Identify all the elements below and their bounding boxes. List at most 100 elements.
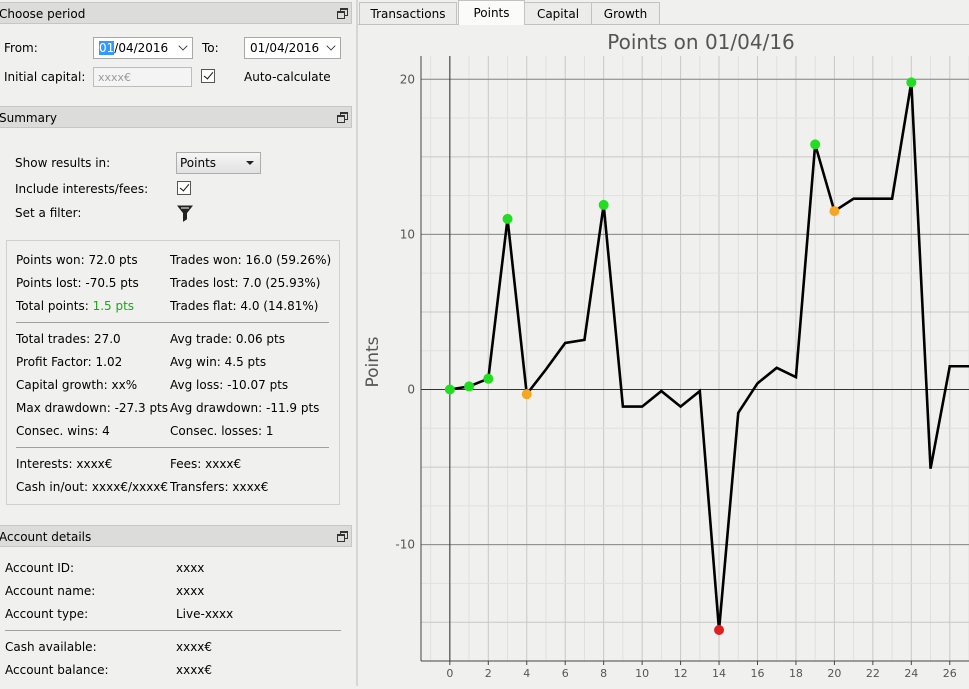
chart-y-axis-label: Points: [363, 336, 383, 387]
show-results-value: Points: [180, 156, 217, 170]
x-tick-label: 12: [674, 667, 688, 680]
y-tick-label: 20: [400, 72, 415, 86]
data-point: [714, 624, 725, 635]
x-tick-label: 8: [600, 667, 607, 680]
x-tick-label: 20: [827, 667, 841, 680]
restore-icon[interactable]: [337, 8, 348, 19]
x-tick-label: 6: [562, 667, 569, 680]
x-tick-label: 10: [635, 667, 649, 680]
filter-icon[interactable]: [177, 205, 193, 222]
stat-trades-flat: Trades flat: 4.0 (14.81%): [170, 299, 319, 313]
stat-max-drawdown: Max drawdown: -27.3 pts: [16, 401, 169, 415]
filter-label: Set a filter:: [15, 206, 82, 220]
chart-title: Points on 01/04/16: [607, 30, 795, 54]
stat-consec-wins: Consec. wins: 4: [16, 424, 110, 438]
account-balance-label: Account balance:: [5, 663, 109, 677]
y-tick-label: -10: [395, 538, 415, 552]
tab-capital[interactable]: Capital: [524, 2, 592, 24]
restore-icon[interactable]: [337, 112, 348, 123]
cash-available-value: xxxx€: [176, 640, 213, 654]
x-tick-label: 0: [446, 667, 453, 680]
tab-growth[interactable]: Growth: [591, 2, 660, 24]
choose-period-header: Choose period: [0, 2, 352, 24]
data-point: [810, 139, 821, 150]
stat-trades-lost: Trades lost: 7.0 (25.93%): [170, 276, 321, 290]
summary-title: Summary: [0, 111, 57, 125]
tab-transactions[interactable]: Transactions: [359, 2, 457, 24]
divider: [5, 630, 341, 631]
x-tick-label: 14: [712, 667, 726, 680]
account-id-label: Account ID:: [5, 561, 75, 575]
stat-trades-won: Trades won: 16.0 (59.26%): [170, 253, 332, 267]
data-point: [598, 199, 609, 210]
data-point: [829, 206, 840, 217]
stat-interests: Interests: xxxx€: [16, 457, 113, 471]
stat-profit-factor: Profit Factor: 1.02: [16, 355, 123, 369]
data-point: [464, 381, 475, 392]
stat-fees: Fees: xxxx€: [170, 457, 242, 471]
stat-avg-trade: Avg trade: 0.06 pts: [170, 332, 285, 346]
x-tick-label: 2: [485, 667, 492, 680]
auto-calculate-checkbox[interactable]: [201, 69, 215, 83]
y-tick-label: 10: [400, 227, 415, 241]
account-details-header: Account details: [0, 525, 352, 547]
x-tick-label: 16: [750, 667, 764, 680]
points-chart: Points on 01/04/16 Points 0 2 4 6 8 10 12 14 16 1…: [358, 25, 969, 686]
stat-points-won: Points won: 72.0 pts: [16, 253, 138, 267]
stat-avg-loss: Avg loss: -10.07 pts: [170, 378, 289, 392]
stat-capital-growth: Capital growth: xx%: [16, 378, 138, 392]
include-interests-checkbox[interactable]: [177, 181, 191, 195]
stat-total-trades: Total trades: 27.0: [16, 332, 121, 346]
account-details-title: Account details: [0, 530, 92, 544]
divider: [16, 322, 329, 323]
to-date-combo[interactable]: 01/04/2016: [244, 37, 341, 59]
data-point: [906, 77, 917, 88]
data-point: [502, 213, 513, 224]
account-name-value: xxxx: [176, 584, 205, 598]
account-type-value: Live-xxxx: [176, 607, 234, 621]
summary-header: Summary: [0, 106, 352, 128]
show-results-label: Show results in:: [15, 156, 111, 170]
stat-cash-in-out: Cash in/out: xxxx€/xxxx€: [16, 480, 169, 494]
right-panel: Transactions Points Capital Growth Point…: [358, 0, 969, 686]
data-point: [444, 384, 455, 395]
stat-avg-win: Avg win: 4.5 pts: [170, 355, 267, 369]
auto-calculate-label: Auto-calculate: [244, 70, 331, 84]
from-date-value: 01/04/2016: [99, 41, 169, 55]
points-chart-svg: Points on 01/04/16 Points 0 2 4 6 8 10 12 14 16 1…: [363, 30, 969, 680]
account-name-label: Account name:: [5, 584, 96, 598]
account-balance-value: xxxx€: [176, 663, 213, 677]
stat-consec-losses: Consec. losses: 1: [170, 424, 274, 438]
stat-points-lost: Points lost: -70.5 pts: [16, 276, 139, 290]
x-tick-label: 24: [904, 667, 918, 680]
stat-avg-drawdown: Avg drawdown: -11.9 pts: [170, 401, 320, 415]
tab-points[interactable]: Points: [458, 0, 525, 25]
restore-icon[interactable]: [337, 531, 348, 542]
y-tick-label: 0: [407, 383, 415, 397]
account-id-value: xxxx: [176, 561, 205, 575]
x-tick-label: 18: [789, 667, 803, 680]
cash-available-label: Cash available:: [5, 640, 97, 654]
left-panel: Choose period From: 01/04/2016 To: 01/04…: [0, 0, 352, 686]
stat-total-points: Total points: 1.5 pts: [16, 299, 135, 313]
include-interests-label: Include interests/fees:: [15, 182, 149, 196]
from-label: From:: [4, 41, 38, 55]
from-date-combo[interactable]: 01/04/2016: [93, 37, 193, 59]
stat-transfers: Transfers: xxxx€: [170, 480, 269, 494]
choose-period-title: Choose period: [0, 7, 86, 21]
series-line: [449, 82, 969, 631]
to-label: To:: [202, 41, 219, 55]
x-tick-label: 4: [523, 667, 530, 680]
x-tick-label: 22: [866, 667, 880, 680]
to-date-value: 01/04/2016: [250, 41, 320, 55]
data-point: [483, 373, 494, 384]
chevron-down-icon: [178, 41, 188, 51]
data-point: [521, 389, 532, 400]
show-results-combo[interactable]: Points: [176, 152, 261, 174]
x-tick-label: 26: [943, 667, 957, 680]
initial-capital-input[interactable]: xxxx€: [93, 67, 192, 87]
initial-capital-label: Initial capital:: [4, 70, 86, 84]
account-type-label: Account type:: [5, 607, 89, 621]
divider: [16, 447, 329, 448]
dropdown-arrow-icon: [246, 161, 254, 165]
